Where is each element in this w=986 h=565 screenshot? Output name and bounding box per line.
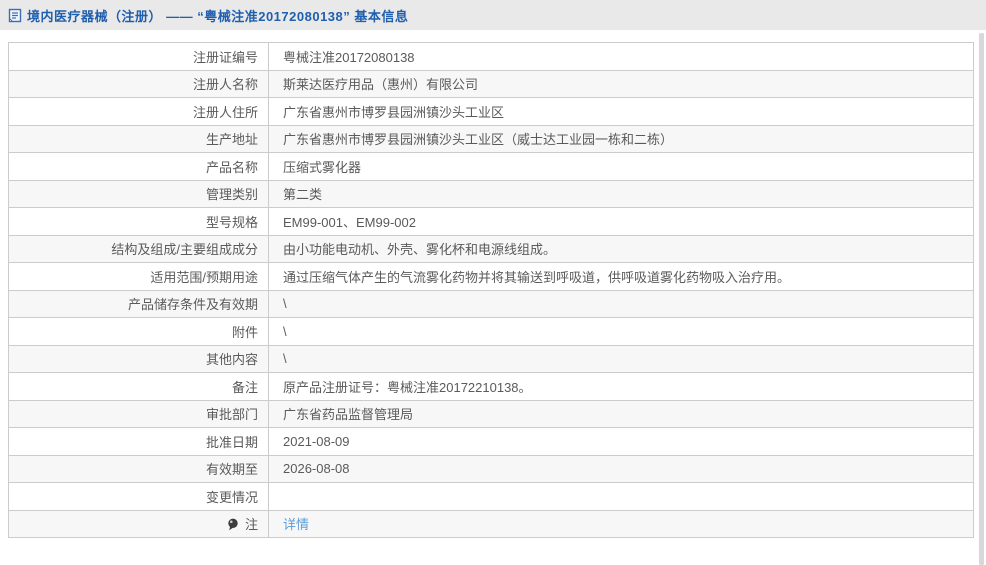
row-label-cell: 其他内容 [8, 344, 269, 373]
scrollbar-thumb[interactable] [979, 33, 984, 565]
row-label-cell: 批准日期 [8, 427, 269, 456]
row-label: 批准日期 [205, 434, 258, 450]
row-label: 注册人住所 [192, 104, 258, 120]
row-label: 注 [244, 516, 258, 532]
row-value: 由小功能电动机、外壳、雾化杯和电源线组成。 [268, 234, 974, 263]
page: 境内医疗器械（注册） —— “粤械注准20172080138” 基本信息 注册证… [0, 0, 986, 565]
vertical-scrollbar[interactable] [979, 33, 984, 565]
row-label: 注册人名称 [192, 77, 258, 93]
row-value: 粤械注准20172080138 [268, 42, 974, 71]
row-label: 有效期至 [205, 462, 258, 478]
page-title: 境内医疗器械（注册） —— “粤械注准20172080138” 基本信息 [27, 8, 409, 24]
row-value [268, 482, 974, 511]
row-label: 备注 [231, 379, 258, 395]
row-label-cell: 管理类别 [8, 179, 269, 208]
table-row: 审批部门 广东省药品监督管理局 [8, 399, 974, 428]
row-value: \ [268, 344, 974, 373]
row-label-cell: 变更情况 [8, 482, 269, 511]
table-row: 注 详情 [8, 509, 974, 538]
row-label: 产品储存条件及有效期 [127, 297, 258, 313]
row-label-cell: 注册人住所 [8, 97, 269, 126]
row-label-cell: 产品储存条件及有效期 [8, 289, 269, 318]
row-label-cell: 结构及组成/主要组成成分 [8, 234, 269, 263]
row-value: EM99-001、EM99-002 [268, 207, 974, 236]
row-value: 斯莱达医疗用品（惠州）有限公司 [268, 69, 974, 98]
table-row: 注册人住所 广东省惠州市博罗县园洲镇沙头工业区 [8, 97, 974, 126]
row-label: 型号规格 [205, 214, 258, 230]
table-row: 变更情况 [8, 482, 974, 511]
table-row: 产品储存条件及有效期 \ [8, 289, 974, 318]
row-label: 结构及组成/主要组成成分 [111, 242, 258, 258]
table-row: 管理类别 第二类 [8, 179, 974, 208]
row-label-cell: 型号规格 [8, 207, 269, 236]
row-label-cell: 生产地址 [8, 124, 269, 153]
row-value: 第二类 [268, 179, 974, 208]
row-value: 广东省惠州市博罗县园洲镇沙头工业区 [268, 97, 974, 126]
row-label: 适用范围/预期用途 [150, 269, 258, 285]
row-value: 压缩式雾化器 [268, 152, 974, 181]
registration-table-body: 注册证编号 粤械注准20172080138 注册人名称 斯莱达医疗用品（惠州）有… [8, 42, 974, 538]
table-row: 注册人名称 斯莱达医疗用品（惠州）有限公司 [8, 69, 974, 98]
row-label: 审批部门 [205, 407, 258, 423]
row-value: 2021-08-09 [268, 427, 974, 456]
row-value: \ [268, 317, 974, 346]
document-icon [8, 8, 22, 23]
row-value: 2026-08-08 [268, 454, 974, 483]
registration-info-table: 注册证编号 粤械注准20172080138 注册人名称 斯莱达医疗用品（惠州）有… [8, 42, 974, 538]
row-label-cell: 附件 [8, 317, 269, 346]
row-label-cell: 注 [8, 509, 269, 538]
table-row: 有效期至 2026-08-08 [8, 454, 974, 483]
row-value: 通过压缩气体产生的气流雾化药物并将其输送到呼吸道，供呼吸道雾化药物吸入治疗用。 [268, 262, 974, 291]
row-label: 生产地址 [205, 132, 258, 148]
row-label-cell: 注册人名称 [8, 69, 269, 98]
row-label: 注册证编号 [192, 49, 258, 65]
row-value: 广东省惠州市博罗县园洲镇沙头工业区（威士达工业园一栋和二栋） [268, 124, 974, 153]
row-label-cell: 有效期至 [8, 454, 269, 483]
row-value: 详情 [268, 509, 974, 538]
table-row: 批准日期 2021-08-09 [8, 427, 974, 456]
table-row: 型号规格 EM99-001、EM99-002 [8, 207, 974, 236]
details-link[interactable]: 详情 [283, 517, 309, 532]
balloon-icon [227, 518, 239, 534]
row-label-cell: 审批部门 [8, 399, 269, 428]
table-row: 适用范围/预期用途 通过压缩气体产生的气流雾化药物并将其输送到呼吸道，供呼吸道雾… [8, 262, 974, 291]
table-row: 生产地址 广东省惠州市博罗县园洲镇沙头工业区（威士达工业园一栋和二栋） [8, 124, 974, 153]
table-row: 附件 \ [8, 317, 974, 346]
row-label: 管理类别 [205, 187, 258, 203]
row-value: 原产品注册证号：粤械注准20172210138。 [268, 372, 974, 401]
row-label: 附件 [231, 324, 258, 340]
row-label: 其他内容 [205, 352, 258, 368]
table-row: 产品名称 压缩式雾化器 [8, 152, 974, 181]
page-header: 境内医疗器械（注册） —— “粤械注准20172080138” 基本信息 [0, 0, 986, 30]
table-row: 结构及组成/主要组成成分 由小功能电动机、外壳、雾化杯和电源线组成。 [8, 234, 974, 263]
row-label: 产品名称 [205, 159, 258, 175]
table-row: 其他内容 \ [8, 344, 974, 373]
row-value: 广东省药品监督管理局 [268, 399, 974, 428]
row-label: 变更情况 [205, 489, 258, 505]
row-value: \ [268, 289, 974, 318]
row-label-cell: 产品名称 [8, 152, 269, 181]
row-label-cell: 注册证编号 [8, 42, 269, 71]
row-label-cell: 备注 [8, 372, 269, 401]
row-label-cell: 适用范围/预期用途 [8, 262, 269, 291]
table-row: 备注 原产品注册证号：粤械注准20172210138。 [8, 372, 974, 401]
table-row: 注册证编号 粤械注准20172080138 [8, 42, 974, 71]
